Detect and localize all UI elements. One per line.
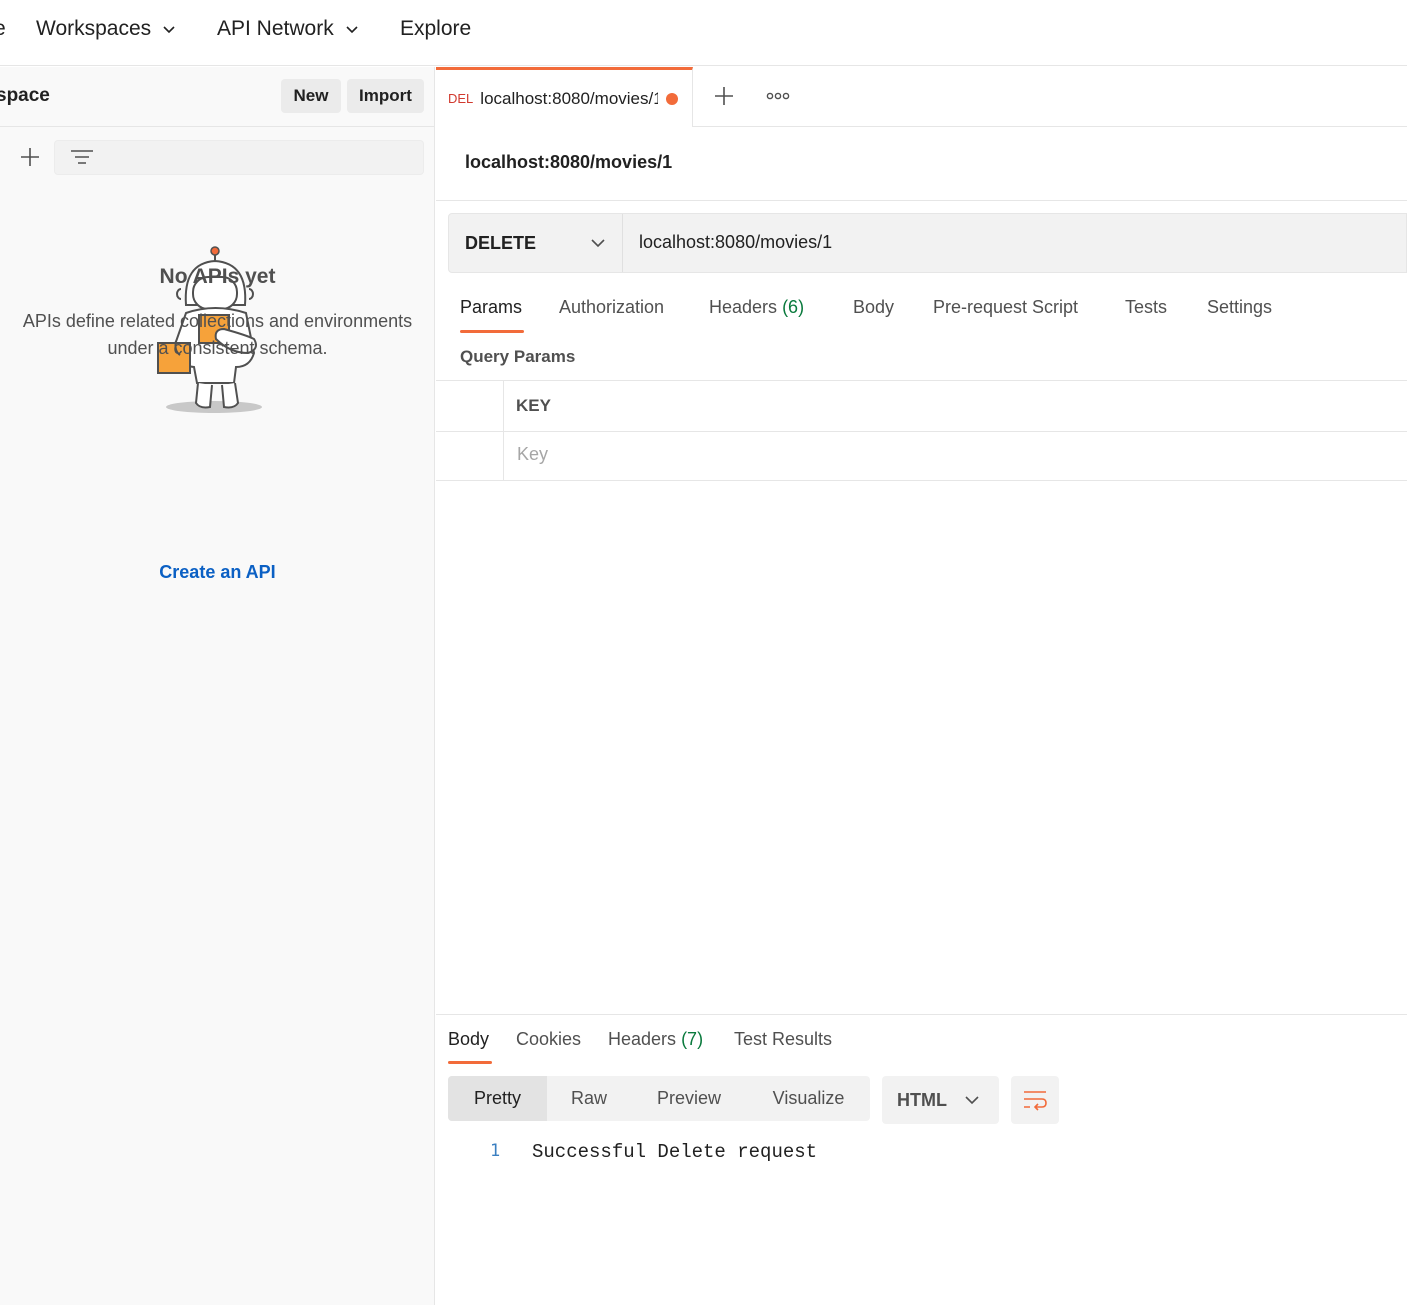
line-text: Successful Delete request (532, 1141, 818, 1163)
key-input[interactable]: Key (517, 444, 548, 465)
sidebar: space New Import No APIs yet APIs define… (0, 67, 435, 1305)
tab-params[interactable]: Params (460, 297, 522, 318)
url-bar: DELETE localhost:8080/movies/1 (448, 213, 1407, 273)
column-divider (503, 381, 504, 481)
format-select[interactable]: HTML (882, 1076, 999, 1124)
workspace-title: space (0, 85, 50, 106)
tab-authorization[interactable]: Authorization (559, 297, 664, 318)
sidebar-toolbar (0, 128, 435, 186)
request-tab[interactable]: DEL localhost:8080/movies/1 (436, 67, 693, 127)
active-response-tab-indicator (448, 1061, 492, 1064)
filter-input[interactable] (54, 140, 424, 175)
nav-workspaces-label: Workspaces (36, 17, 152, 40)
nav-explore[interactable]: Explore (400, 17, 471, 41)
wrap-lines-button[interactable] (1011, 1076, 1059, 1124)
tab-headers-label: Headers (709, 297, 778, 317)
request-name[interactable]: localhost:8080/movies/1 (465, 152, 672, 173)
empty-state-title: No APIs yet (159, 265, 276, 288)
nav-explore-label: Explore (400, 17, 472, 40)
import-button[interactable]: Import (347, 79, 424, 113)
nav-cut-off-text: e (0, 17, 6, 41)
row-divider (436, 431, 1407, 432)
divider (436, 200, 1407, 201)
nav-api-network[interactable]: API Network (217, 17, 358, 41)
plus-icon[interactable] (19, 146, 41, 168)
filter-icon[interactable] (70, 149, 94, 167)
more-options-icon[interactable] (766, 91, 790, 101)
empty-state-description: APIs define related collections and envi… (22, 311, 413, 358)
response-tab-body[interactable]: Body (448, 1029, 489, 1050)
view-mode-group: Pretty Raw Preview Visualize (448, 1076, 870, 1121)
nav-api-network-label: API Network (217, 17, 334, 40)
url-input[interactable]: localhost:8080/movies/1 (639, 232, 832, 253)
chevron-down-icon (965, 1096, 979, 1105)
response-tab-headers[interactable]: Headers (7) (608, 1029, 703, 1050)
active-tab-indicator (460, 330, 524, 333)
line-number: 1 (490, 1141, 501, 1161)
chevron-down-icon (591, 239, 605, 248)
request-tab-bar: DEL localhost:8080/movies/1 (436, 67, 1407, 127)
headers-count: (6) (782, 297, 805, 317)
tab-settings[interactable]: Settings (1207, 297, 1272, 318)
new-button[interactable]: New (281, 79, 341, 113)
request-workspace: DEL localhost:8080/movies/1 localhost:80… (436, 67, 1407, 1305)
response-divider[interactable] (436, 1014, 1407, 1015)
view-raw[interactable]: Raw (547, 1076, 631, 1121)
response-body-line: 1 Successful Delete request (436, 1140, 1407, 1168)
tab-body[interactable]: Body (853, 297, 894, 318)
top-navigation: e Workspaces API Network Explore (0, 0, 1407, 66)
chevron-down-icon (346, 26, 358, 34)
nav-workspaces[interactable]: Workspaces (36, 17, 175, 41)
chevron-down-icon (163, 26, 175, 34)
tab-tests[interactable]: Tests (1125, 297, 1167, 318)
view-visualize[interactable]: Visualize (747, 1076, 870, 1121)
sidebar-header: space New Import (0, 67, 435, 127)
tab-method-badge: DEL (448, 91, 474, 106)
response-tab-test-results[interactable]: Test Results (734, 1029, 832, 1050)
format-label: HTML (897, 1089, 947, 1110)
unsaved-indicator (666, 92, 679, 105)
new-tab-plus-icon[interactable] (713, 85, 735, 107)
create-api-link[interactable]: Create an API (0, 562, 435, 583)
wrap-text-icon (1024, 1091, 1047, 1111)
query-params-label: Query Params (460, 347, 576, 366)
tab-pre-request-script[interactable]: Pre-request Script (933, 297, 1078, 318)
query-params-table: KEY Key (436, 380, 1407, 481)
view-preview[interactable]: Preview (631, 1076, 747, 1121)
key-column-header: KEY (516, 396, 551, 415)
view-pretty[interactable]: Pretty (448, 1076, 547, 1121)
method-label: DELETE (465, 232, 537, 253)
tab-headers[interactable]: Headers (6) (709, 297, 804, 318)
response-tab-cookies[interactable]: Cookies (516, 1029, 581, 1050)
method-select[interactable]: DELETE (449, 214, 623, 272)
tab-title: localhost:8080/movies/1 (480, 88, 659, 108)
response-headers-count: (7) (681, 1029, 704, 1049)
response-tab-headers-label: Headers (608, 1029, 677, 1049)
